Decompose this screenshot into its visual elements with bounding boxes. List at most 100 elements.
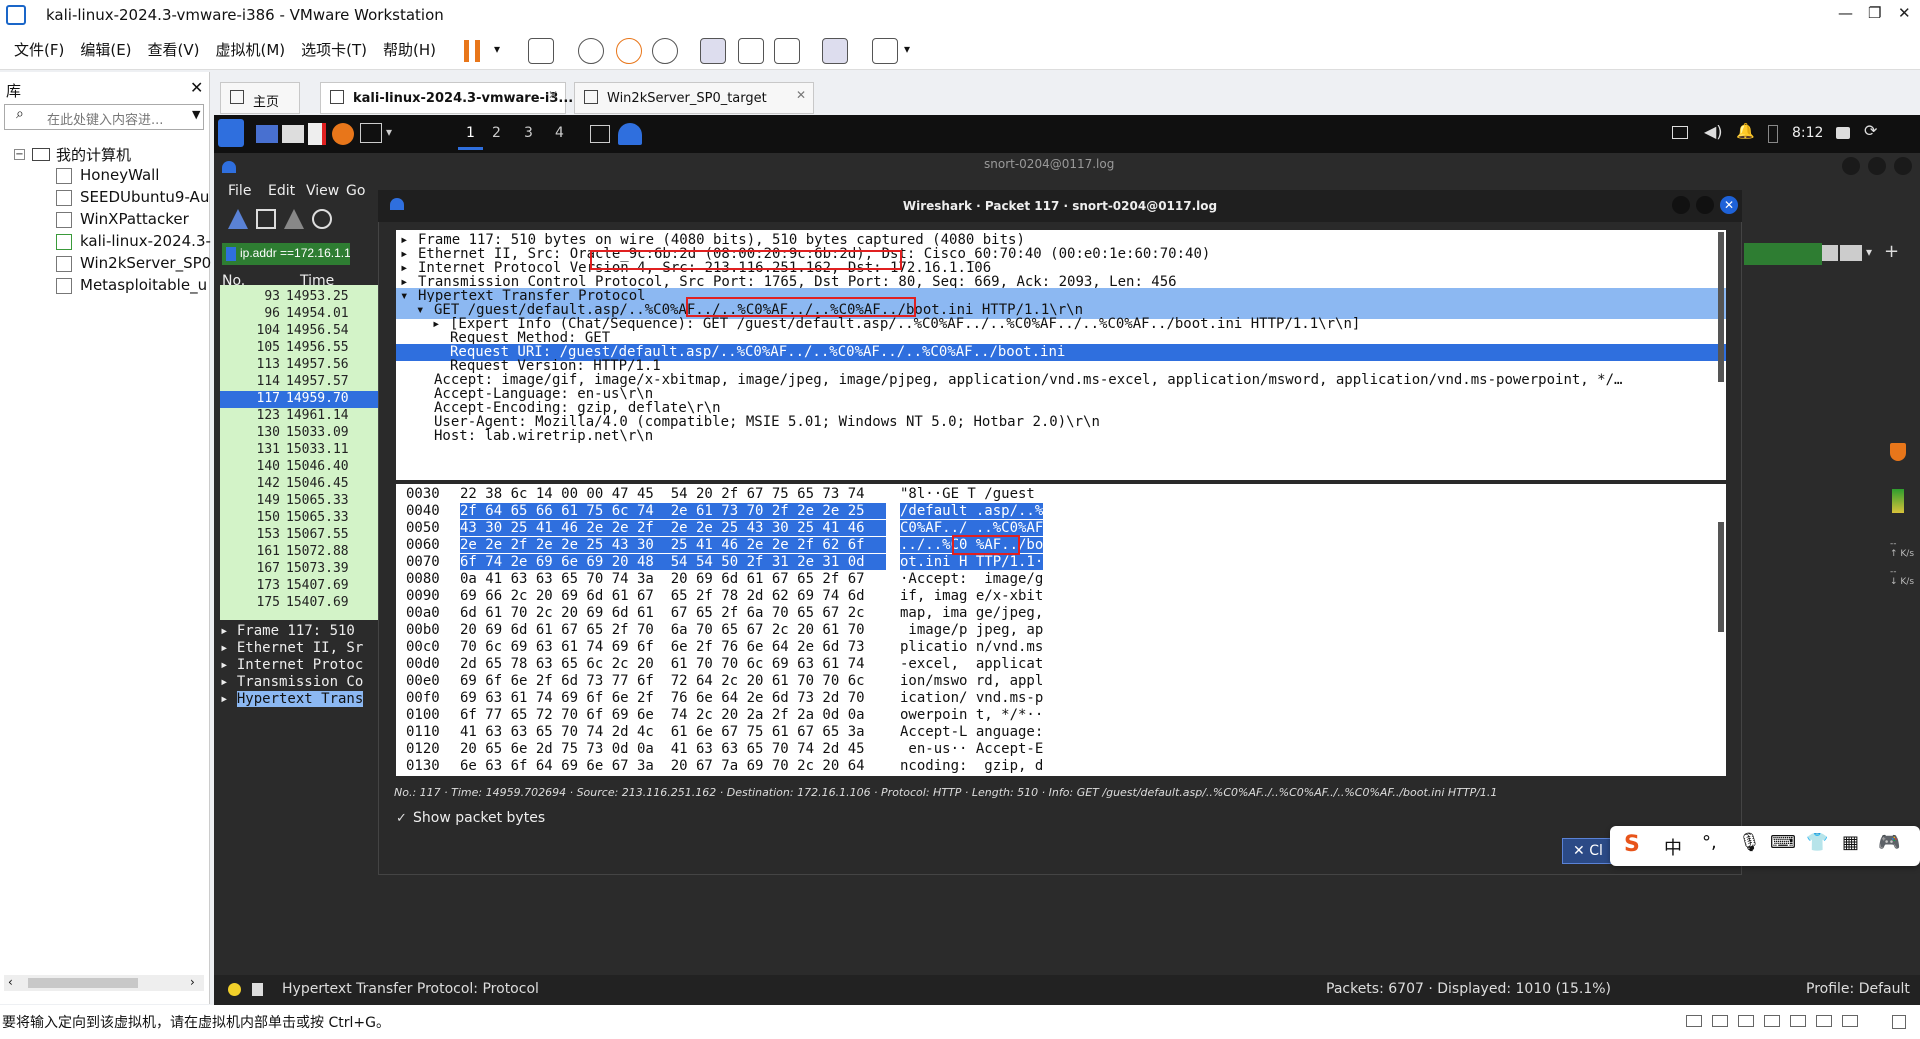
packet-row[interactable]: 131 15033.11 — [220, 442, 385, 459]
fullscreen-icon[interactable] — [774, 38, 800, 64]
vm-item[interactable]: SEEDUbuntu9-Au — [80, 188, 230, 206]
firefox-icon[interactable] — [332, 123, 354, 145]
packet-row[interactable]: 161 15072.88 — [220, 544, 385, 561]
tree-collapse-icon[interactable]: − — [14, 149, 25, 160]
hex-row[interactable]: 00f0 69 63 61 74 69 6f 6e 2f 76 6e 64 2e … — [406, 690, 1043, 707]
capture-comment-icon[interactable] — [252, 983, 263, 996]
hex-row[interactable]: 00d0 2d 65 78 63 65 6c 2c 20 61 70 70 6c … — [406, 656, 1043, 673]
packet-row[interactable]: 142 15046.45 — [220, 476, 385, 493]
ws-menu-view[interactable]: View — [306, 183, 339, 199]
add-filter-button-icon[interactable]: + — [1884, 241, 1899, 262]
hex-row[interactable]: 0090 69 66 2c 20 69 6d 61 67 65 2f 78 2d … — [406, 588, 1043, 605]
workspace-4[interactable]: 4 — [555, 125, 564, 141]
packet-row[interactable]: 175 15407.69 — [220, 595, 385, 612]
taskbar-terminal-icon[interactable] — [590, 125, 610, 143]
packet-row[interactable]: 167 15073.39 — [220, 561, 385, 578]
menu-help[interactable]: 帮助(H) — [383, 39, 436, 60]
scroll-thumb[interactable] — [28, 978, 138, 988]
search-dropdown-icon[interactable]: ▼ — [192, 108, 200, 121]
bg-close-button[interactable] — [1894, 157, 1912, 175]
hex-row[interactable]: 0120 20 65 6e 2d 75 73 0d 0a 41 63 63 65 … — [406, 741, 1043, 758]
revert-snapshot-icon[interactable] — [616, 38, 642, 64]
filter-clear-icon[interactable] — [1822, 245, 1838, 261]
notification-bell-icon[interactable]: 🔔 — [1736, 122, 1755, 140]
text-editor-icon[interactable] — [308, 123, 326, 145]
menu-file[interactable]: 文件(F) — [14, 39, 64, 60]
packet-row[interactable]: 113 14957.56 — [220, 357, 385, 374]
volume-icon[interactable]: ◀) — [1704, 122, 1723, 141]
packet-row[interactable]: 117 14959.70 — [220, 391, 385, 408]
skin-icon[interactable]: 👕 — [1806, 832, 1828, 853]
display-filter-input[interactable]: ip.addr ==172.16.1.10 — [222, 243, 350, 265]
scroll-right-icon[interactable]: › — [190, 975, 195, 989]
detail-row[interactable]: ▸ Frame 117: 510 — [220, 623, 355, 639]
ws-menu-file[interactable]: File — [228, 183, 251, 199]
kali-menu-icon[interactable] — [218, 119, 244, 147]
packet-row[interactable]: 123 14961.14 — [220, 408, 385, 425]
tree-root-my-computer[interactable]: 我的计算机 — [56, 144, 206, 165]
tree-scrollbar[interactable] — [1718, 232, 1724, 382]
vm-item[interactable]: WinXPattacker — [80, 210, 230, 228]
workspace-3[interactable]: 3 — [524, 125, 533, 141]
hex-row[interactable]: 0110 41 63 63 65 70 74 2d 4c 61 6e 67 75 … — [406, 724, 1043, 741]
packet-row[interactable]: 114 14957.57 — [220, 374, 385, 391]
tab-close-icon[interactable]: ✕ — [548, 88, 558, 102]
hex-row[interactable]: 00b0 20 69 6d 61 67 65 2f 70 6a 70 65 67 … — [406, 622, 1043, 639]
bg-maximize-button[interactable] — [1868, 157, 1886, 175]
menu-view[interactable]: 查看(V) — [148, 39, 200, 60]
hex-row[interactable]: 0030 22 38 6c 14 00 00 47 45 54 20 2f 67 … — [406, 486, 1035, 503]
expert-info-icon[interactable] — [228, 983, 241, 996]
minimize-button[interactable]: — — [1838, 4, 1853, 22]
filter-dropdown-icon[interactable]: ▾ — [1866, 245, 1872, 259]
stretch-icon[interactable] — [872, 38, 898, 64]
packet-row[interactable]: 130 15033.09 — [220, 425, 385, 442]
vm-item[interactable]: HoneyWall — [80, 166, 230, 184]
packet-row[interactable]: 153 15067.55 — [220, 527, 385, 544]
hex-row[interactable]: 00e0 69 6f 6e 2f 6d 73 77 6f 72 64 2c 20 … — [406, 673, 1043, 690]
sogou-logo-icon[interactable]: S — [1624, 832, 1640, 857]
horizontal-scrollbar[interactable]: ‹ › — [4, 975, 204, 991]
status-profile[interactable]: Profile: Default — [1806, 981, 1910, 997]
packet-row[interactable]: 96 14954.01 — [220, 306, 385, 323]
ws-menu-go[interactable]: Go — [346, 183, 365, 199]
file-manager-icon[interactable] — [282, 125, 304, 143]
console-view-icon[interactable] — [822, 38, 848, 64]
ws-menu-edit[interactable]: Edit — [268, 183, 295, 199]
hex-row[interactable]: 00a0 6d 61 70 2c 20 69 6d 61 67 65 2f 6a … — [406, 605, 1043, 622]
packet-row[interactable]: 173 15407.69 — [220, 578, 385, 595]
microphone-icon[interactable]: 🎙 — [1738, 832, 1761, 853]
capture-options-icon[interactable] — [312, 209, 332, 229]
packet-row[interactable]: 149 15065.33 — [220, 493, 385, 510]
hex-row[interactable]: 0070 6f 74 2e 69 6e 69 20 48 54 54 50 2f … — [406, 554, 1044, 571]
workspace-1[interactable]: 1 — [458, 125, 483, 150]
pause-dropdown-icon[interactable]: ▾ — [494, 42, 500, 56]
game-icon[interactable]: 🎮 — [1878, 832, 1900, 853]
close-button[interactable]: ✕ — [1898, 4, 1911, 22]
dialog-maximize-button[interactable] — [1696, 196, 1714, 214]
vm-item[interactable]: Metasploitable_u — [80, 276, 230, 294]
library-search-input[interactable]: 在此处键入内容进... — [4, 104, 204, 130]
send-keys-icon[interactable] — [528, 38, 554, 64]
hex-row[interactable]: 0080 0a 41 63 63 65 70 74 3a 20 69 6d 61 … — [406, 571, 1043, 588]
hex-row[interactable]: 0050 43 30 25 41 46 2e 2e 2f 2e 2e 25 43 … — [406, 520, 1044, 537]
scroll-left-icon[interactable]: ‹ — [8, 975, 13, 989]
packet-row[interactable]: 93 14953.25 — [220, 289, 385, 306]
keyboard-icon[interactable]: ⌨ — [1770, 832, 1796, 853]
terminal-icon[interactable] — [360, 123, 382, 143]
filter-apply-icon[interactable] — [1840, 245, 1862, 261]
detail-row[interactable]: ▸ Ethernet II, Sr — [220, 640, 363, 656]
packet-row[interactable]: 140 15046.40 — [220, 459, 385, 476]
workspace-2[interactable]: 2 — [492, 125, 501, 141]
show-desktop-icon[interactable] — [256, 125, 278, 143]
vm-item[interactable]: Win2kServer_SP0 — [80, 254, 230, 272]
toolbox-icon[interactable]: ▦ — [1842, 832, 1859, 853]
hex-row[interactable]: 0060 2e 2e 2f 2e 2e 25 43 30 25 41 46 2e … — [406, 537, 1044, 554]
dialog-minimize-button[interactable] — [1672, 196, 1690, 214]
hex-row[interactable]: 0130 6e 63 6f 64 69 6e 67 3a 20 67 7a 69 … — [406, 758, 1043, 775]
menu-edit[interactable]: 编辑(E) — [80, 39, 131, 60]
thumbnail-view-icon[interactable] — [738, 38, 764, 64]
bg-minimize-button[interactable] — [1842, 157, 1860, 175]
tab-kali[interactable]: kali-linux-2024.3-vmware-i3... — [320, 82, 573, 114]
display-icon[interactable] — [1672, 126, 1688, 139]
ime-punct-icon[interactable]: °, — [1702, 832, 1717, 853]
